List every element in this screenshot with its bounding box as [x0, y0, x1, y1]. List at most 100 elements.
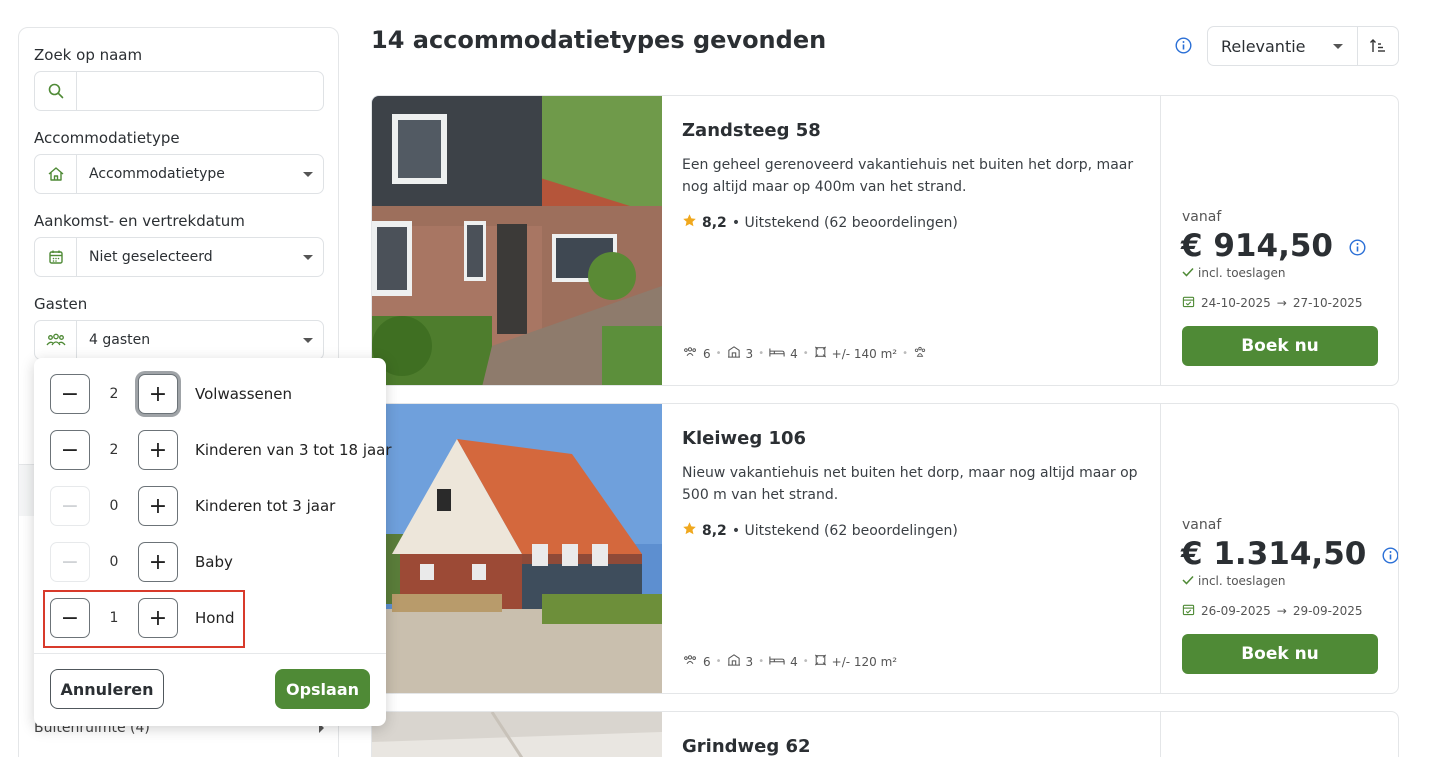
cancel-button[interactable]: Annuleren: [50, 669, 164, 709]
dates-select[interactable]: Niet geselecteerd: [34, 237, 324, 277]
date-from: 24-10-2025: [1201, 296, 1271, 310]
area-icon: [814, 346, 827, 361]
increment-button[interactable]: +: [138, 542, 178, 582]
dates-label: Aankomst- en vertrekdatum: [34, 212, 245, 230]
accommodation-photo[interactable]: [372, 404, 662, 693]
persons-count: 6: [703, 654, 711, 669]
star-icon: [682, 213, 697, 232]
guest-row-label: Hond: [195, 609, 235, 627]
card-info: Kleiweg 106 Nieuw vakantiehuis net buite…: [662, 404, 1161, 693]
persons-count: 6: [703, 346, 711, 361]
increment-button[interactable]: +: [138, 598, 178, 638]
accommodation-photo[interactable]: [372, 712, 662, 757]
bedroom-icon: [727, 346, 741, 361]
decrement-button[interactable]: −: [50, 430, 90, 470]
chevron-down-icon: [293, 337, 323, 343]
rating-text: • Uitstekend (62 beoordelingen): [731, 522, 958, 539]
price-value-row: € 1.314,50: [1181, 536, 1398, 572]
guests-label: Gasten: [34, 295, 88, 313]
card-info: Grindweg 62: [662, 712, 1161, 757]
stay-dates: 26-09-2025 → 29-09-2025: [1182, 603, 1363, 619]
incl-fees-text: incl. toeslagen: [1198, 266, 1286, 280]
bed-icon: [769, 346, 785, 361]
card-title[interactable]: Zandsteeg 58: [682, 120, 821, 141]
search-name-label: Zoek op naam: [34, 46, 143, 64]
guest-row-label: Kinderen tot 3 jaar: [195, 497, 336, 515]
area-value: +/- 140 m²: [831, 346, 898, 361]
sort-ascending-icon: [1370, 39, 1385, 52]
guest-row-label: Kinderen van 3 tot 18 jaar: [195, 441, 392, 459]
book-now-button[interactable]: Boek nu: [1182, 634, 1378, 674]
decrement-button[interactable]: −: [50, 374, 90, 414]
bed-icon: [769, 654, 785, 669]
guest-count: 2: [109, 386, 119, 402]
search-name-input[interactable]: [34, 71, 324, 111]
increment-button[interactable]: +: [138, 486, 178, 526]
info-icon[interactable]: [1175, 37, 1192, 58]
date-from: 26-09-2025: [1201, 604, 1271, 618]
accommodation-card[interactable]: Grindweg 62: [371, 711, 1399, 757]
book-now-button[interactable]: Boek nu: [1182, 326, 1378, 366]
dates-value: Niet geselecteerd: [89, 249, 213, 265]
card-title[interactable]: Grindweg 62: [682, 736, 811, 757]
accommodation-card[interactable]: Kleiweg 106 Nieuw vakantiehuis net buite…: [371, 403, 1399, 694]
chevron-down-icon: [293, 254, 323, 260]
beds-count: 4: [790, 346, 798, 361]
price-value: € 1.314,50: [1181, 536, 1367, 572]
accommodation-card[interactable]: Zandsteeg 58 Een geheel gerenoveerd vaka…: [371, 95, 1399, 386]
info-icon[interactable]: [1349, 228, 1366, 264]
guest-row-baby: − 0 + Baby: [50, 542, 233, 582]
price-value: € 914,50: [1181, 228, 1333, 264]
results-title: 14 accommodatietypes gevonden: [371, 26, 827, 54]
card-title[interactable]: Kleiweg 106: [682, 428, 806, 449]
card-description: Nieuw vakantiehuis net buiten het dorp, …: [682, 465, 1138, 503]
calendar-check-icon: [1182, 295, 1195, 311]
accommodation-type-select[interactable]: Accommodatietype: [34, 154, 324, 194]
save-button[interactable]: Opslaan: [275, 669, 370, 709]
guest-count: 0: [109, 498, 119, 514]
guest-row-label: Volwassenen: [195, 385, 293, 403]
guest-count: 0: [109, 554, 119, 570]
chevron-down-icon: [1333, 44, 1343, 49]
rating-score: 8,2: [702, 522, 727, 539]
card-features: 6 • 3 • 4 • +/- 140 m² •: [682, 346, 927, 361]
card-rating: 8,2 • Uitstekend (62 beoordelingen): [682, 521, 958, 540]
accommodation-type-value: Accommodatietype: [89, 166, 225, 182]
check-icon: [1182, 574, 1194, 588]
guests-select[interactable]: 4 gasten: [34, 320, 324, 360]
persons-icon: [682, 346, 698, 361]
info-icon[interactable]: [1382, 536, 1398, 572]
divider: [34, 653, 386, 654]
sort-select[interactable]: Relevantie: [1207, 26, 1358, 66]
guest-count: 2: [109, 442, 119, 458]
decrement-button[interactable]: −: [50, 486, 90, 526]
incl-fees-text: incl. toeslagen: [1198, 574, 1286, 588]
guest-row-children: − 2 + Kinderen van 3 tot 18 jaar: [50, 430, 392, 470]
guest-count: 1: [109, 610, 119, 626]
card-description: Een geheel gerenoveerd vakantiehuis net …: [682, 157, 1134, 195]
guest-row-label: Baby: [195, 553, 233, 571]
increment-button[interactable]: +: [138, 374, 178, 414]
bedrooms-count: 3: [745, 346, 754, 361]
sort-direction-button[interactable]: [1357, 26, 1399, 66]
area-icon: [814, 654, 827, 669]
persons-icon: [682, 654, 698, 669]
incl-fees: incl. toeslagen: [1182, 266, 1285, 280]
check-icon: [1182, 266, 1194, 280]
search-icon: [35, 72, 77, 110]
date-to: 29-09-2025: [1292, 604, 1363, 618]
bedroom-icon: [727, 654, 741, 669]
bedrooms-count: 3: [745, 654, 754, 669]
decrement-button[interactable]: −: [50, 542, 90, 582]
accommodation-type-label: Accommodatietype: [34, 129, 180, 147]
pets-allowed-icon: [913, 346, 927, 361]
decrement-button[interactable]: −: [50, 598, 90, 638]
date-to: 27-10-2025: [1292, 296, 1363, 310]
calendar-check-icon: [1182, 603, 1195, 619]
accommodation-photo[interactable]: [372, 96, 662, 385]
guests-value: 4 gasten: [89, 332, 151, 348]
card-info: Zandsteeg 58 Een geheel gerenoveerd vaka…: [662, 96, 1161, 385]
stay-dates: 24-10-2025 → 27-10-2025: [1182, 295, 1363, 311]
guests-popup: − 2 + Volwassenen − 2 + Kinderen van 3 t…: [34, 358, 392, 726]
increment-button[interactable]: +: [138, 430, 178, 470]
